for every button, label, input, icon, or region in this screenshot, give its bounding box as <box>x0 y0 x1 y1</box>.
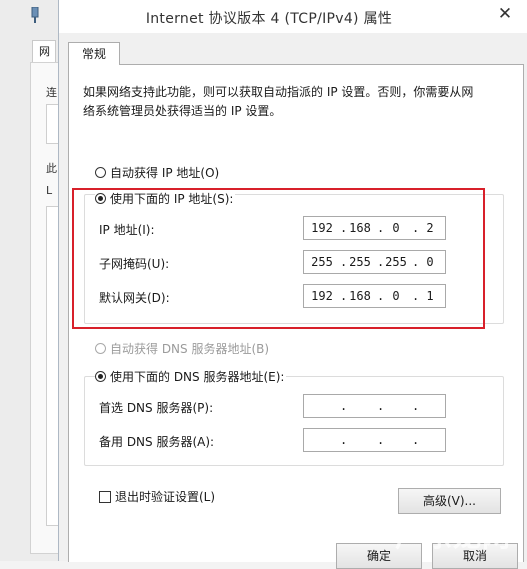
radio-auto-ip-label: 自动获得 IP 地址(O) <box>110 166 220 180</box>
radio-manual-dns[interactable]: 使用下面的 DNS 服务器地址(E): <box>95 368 287 385</box>
close-button[interactable]: ✕ <box>488 2 522 26</box>
description-line: 络系统管理员处获得适当的 IP 设置。 <box>83 104 282 118</box>
tab-general[interactable]: 常规 <box>68 42 120 65</box>
preferred-dns-label: 首选 DNS 服务器(P): <box>99 401 214 415</box>
radio-auto-dns-label: 自动获得 DNS 服务器地址(B) <box>110 342 270 356</box>
background-tab[interactable]: 网 <box>32 40 56 63</box>
highlight-box <box>72 188 485 329</box>
alternate-dns-label: 备用 DNS 服务器(A): <box>99 435 215 449</box>
radio-auto-ip[interactable]: 自动获得 IP 地址(O) <box>95 164 219 181</box>
radio-circle[interactable] <box>95 167 106 178</box>
description-line: 如果网络支持此功能，则可以获取自动指派的 IP 设置。否则，你需要从网 <box>83 85 474 99</box>
preferred-dns-input[interactable]: . . . <box>303 394 446 418</box>
background-label: L <box>46 184 53 197</box>
dialog-title: Internet 协议版本 4 (TCP/IPv4) 属性 <box>145 11 393 27</box>
radio-circle[interactable] <box>95 343 106 354</box>
radio-circle[interactable] <box>95 371 106 382</box>
dns-settings-group <box>84 376 504 466</box>
title-bar[interactable]: Internet 协议版本 4 (TCP/IPv4) 属性 ✕ <box>59 0 527 33</box>
background-label: 此 <box>46 162 57 175</box>
watermark: 广东龙网 <box>395 520 512 553</box>
close-icon: ✕ <box>497 4 513 24</box>
background-window: 网 连 此 L <box>0 0 60 561</box>
validate-on-exit-checkbox[interactable]: 退出时验证设置(L) <box>99 488 215 505</box>
checkbox-box[interactable] <box>99 490 111 503</box>
background-label: 连 <box>46 86 57 99</box>
advanced-button[interactable]: 高级(V)... <box>398 488 501 514</box>
radio-auto-dns[interactable]: 自动获得 DNS 服务器地址(B) <box>95 340 269 357</box>
validate-on-exit-label: 退出时验证设置(L) <box>115 490 216 504</box>
radio-manual-dns-label: 使用下面的 DNS 服务器地址(E): <box>110 370 285 384</box>
description-text: 如果网络支持此功能，则可以获取自动指派的 IP 设置。否则，你需要从网 络系统管… <box>83 83 503 121</box>
alternate-dns-input[interactable]: . . . <box>303 428 446 452</box>
network-adapter-icon <box>31 7 39 23</box>
